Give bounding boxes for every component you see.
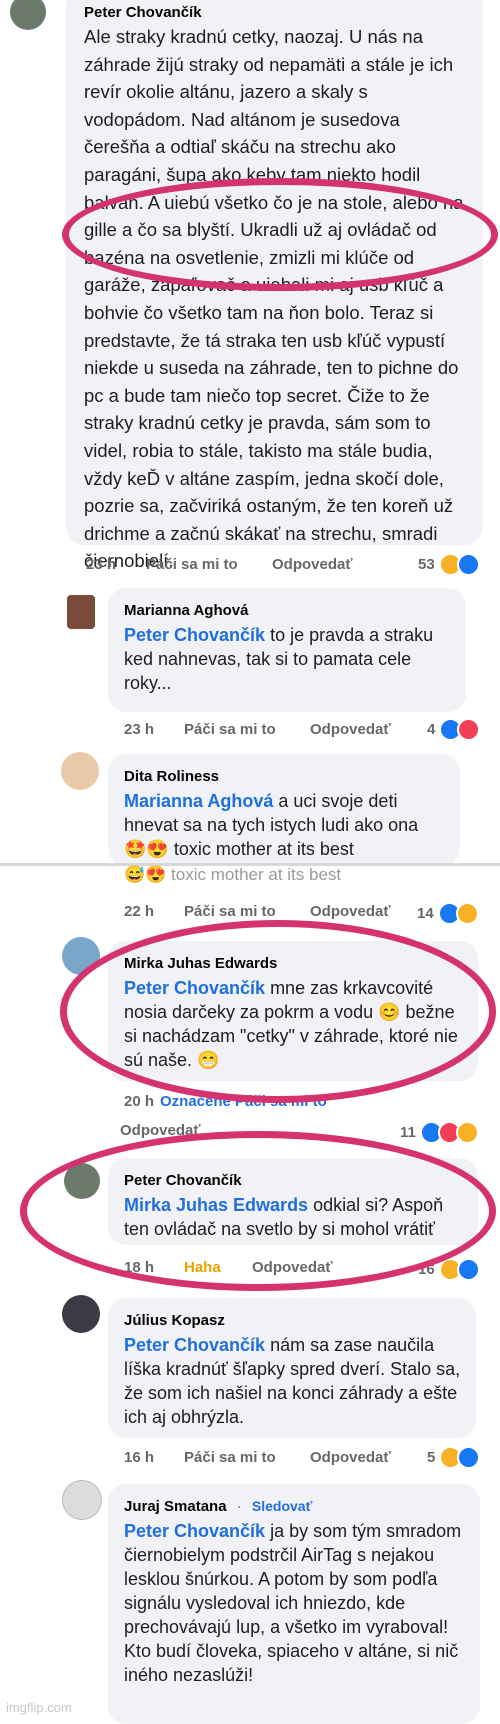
overlap-text: 😅😍 toxic mother at its best [124,865,342,884]
comment-author[interactable]: Július Kopasz [124,1312,464,1329]
watermark: imgflip.com [6,1700,72,1715]
avatar[interactable] [67,595,95,629]
mention-link[interactable]: Peter Chovančík [124,1521,265,1541]
avatar[interactable] [62,1480,102,1520]
like-icon [456,1258,480,1281]
reaction-summary[interactable]: 14 [417,902,479,925]
comment-author[interactable]: Peter Chovančík [84,4,469,21]
reaction-count: 11 [400,1124,416,1141]
mention-link[interactable]: Peter Chovančík [124,625,265,645]
comment-text: Ale straky kradnú cetky, naozaj. U nás n… [84,26,464,572]
mention-link[interactable]: Peter Chovančík [124,1335,265,1355]
highlight-circle [62,178,498,291]
comment-bubble: Július Kopasz Peter Chovančík nám sa zas… [108,1298,476,1438]
comment-bubble: Dita Roliness Marianna Aghová a uci svoj… [108,754,460,866]
comment-bubble: Juraj Smatana · Sledovať Peter Chovančík… [108,1484,480,1724]
reaction-summary[interactable]: 11 [400,1121,479,1144]
reaction-summary[interactable]: 4 [427,718,481,741]
comment-time[interactable]: 20 h [124,1093,154,1110]
reply-link[interactable]: Odpovedať [310,721,391,738]
like-link[interactable]: Páči sa mi to [184,903,276,920]
comment-author[interactable]: Dita Roliness [124,768,448,785]
like-icon [457,1446,481,1469]
reply-link[interactable]: Odpovedať [272,556,353,573]
highlight-circle [20,1131,496,1291]
comment-author[interactable]: Marianna Aghová [124,602,452,619]
love-icon [457,718,481,741]
comment-text: Peter Chovančík ja by som tým smradom či… [124,1521,462,1685]
like-link[interactable]: Páči sa mi to [184,721,276,738]
avatar[interactable] [10,0,46,30]
haha-icon [455,1121,479,1144]
like-link[interactable]: Páči sa mi to [146,556,238,573]
reaction-count: 5 [427,1449,436,1466]
reply-link[interactable]: Odpovedať [310,1449,391,1466]
reaction-count: 4 [427,721,436,738]
comment-author[interactable]: Juraj Smatana [124,1498,227,1515]
comment-text: Marianna Aghová a uci svoje deti hnevat … [124,791,419,835]
comment-text: Peter Chovančík nám sa zase naučila líšk… [124,1335,461,1427]
haha-icon [455,902,479,925]
comment-bubble: Marianna Aghová Peter Chovančík to je pr… [108,588,466,712]
like-link[interactable]: Páči sa mi to [184,1449,276,1466]
separator-dot: · [236,1498,242,1515]
comment-text-line: 🤩😍 toxic mother at its best [124,839,354,859]
avatar[interactable] [62,1295,100,1333]
reply-link[interactable]: Odpovedať [310,903,391,920]
reaction-summary[interactable]: 5 [427,1446,481,1469]
mention-link[interactable]: Marianna Aghová [124,791,273,811]
follow-link[interactable]: Sledovať [252,1498,312,1514]
comment-time[interactable]: 23 h [86,556,116,573]
comment-text: Peter Chovančík to je pravda a straku ke… [124,625,434,693]
reaction-count: 14 [417,905,434,922]
comment-time[interactable]: 23 h [124,721,154,738]
highlight-circle [60,920,496,1103]
like-icon [456,553,480,576]
reaction-count: 53 [418,556,435,573]
avatar[interactable] [61,752,99,790]
comment-time[interactable]: 22 h [124,903,154,920]
reaction-summary[interactable]: 53 [418,553,480,576]
comment-time[interactable]: 16 h [124,1449,154,1466]
